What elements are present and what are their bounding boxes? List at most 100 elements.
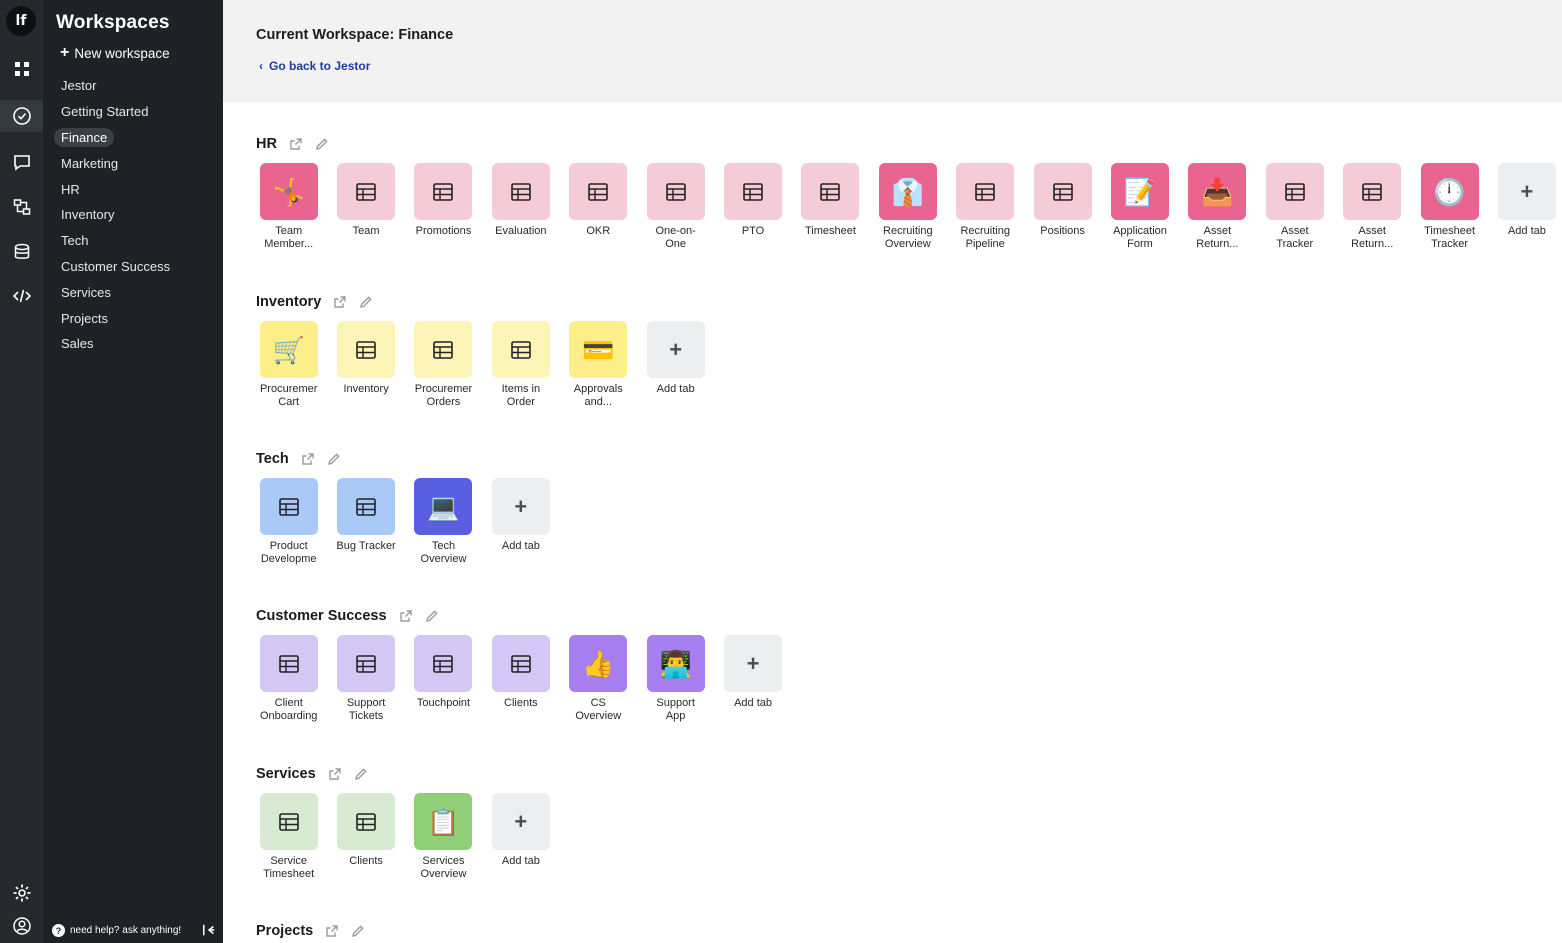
- tab-label: Add tab: [501, 540, 540, 552]
- workspace-item-label: Tech: [61, 233, 89, 249]
- tab-item[interactable]: Procuremer Orders: [405, 321, 482, 409]
- open-external-icon[interactable]: [301, 452, 315, 466]
- edit-pencil-icon[interactable]: [425, 609, 439, 623]
- tab-item[interactable]: Recruiting Pipeline: [947, 163, 1024, 251]
- add-tab-button[interactable]: + Add tab: [482, 793, 559, 881]
- edit-pencil-icon[interactable]: [327, 452, 341, 466]
- tab-label: Timesheet Tracker: [1424, 225, 1476, 250]
- tab-item[interactable]: 👍 CS Overview: [560, 635, 637, 723]
- tab-label: Support App: [656, 697, 695, 722]
- add-tab-button[interactable]: + Add tab: [1488, 163, 1562, 251]
- collapse-sidebar-icon[interactable]: [201, 922, 217, 938]
- tab-item[interactable]: 📥 Asset Return...: [1179, 163, 1256, 251]
- section-title: Inventory: [256, 294, 322, 310]
- database-icon[interactable]: [0, 236, 43, 268]
- emoji-icon: 📥: [1188, 163, 1247, 220]
- edit-pencil-icon[interactable]: [359, 295, 373, 309]
- open-external-icon[interactable]: [328, 767, 342, 781]
- tab-item[interactable]: 📋 Services Overview: [405, 793, 482, 881]
- tab-item[interactable]: Asset Tracker: [1256, 163, 1333, 251]
- tab-item[interactable]: Bug Tracker: [327, 478, 404, 566]
- tab-item[interactable]: 👨‍💻 Support App: [637, 635, 714, 723]
- emoji-icon: 📝: [1110, 163, 1169, 220]
- workspace-item[interactable]: Jestor: [54, 73, 214, 99]
- tab-item[interactable]: Positions: [1024, 163, 1101, 251]
- table-icon: [414, 321, 473, 378]
- workspace-item[interactable]: Projects: [54, 305, 214, 331]
- tab-label: Product Developme: [260, 540, 317, 565]
- user-profile-icon[interactable]: [0, 910, 43, 942]
- table-icon: [646, 163, 705, 220]
- tab-label: Client Onboarding: [259, 697, 318, 722]
- tab-item[interactable]: Clients: [327, 793, 404, 881]
- workspace-item[interactable]: Customer Success: [54, 254, 214, 280]
- tab-item[interactable]: Clients: [482, 635, 559, 723]
- tasks-check-icon[interactable]: [0, 100, 43, 132]
- workspace-item[interactable]: Finance: [54, 125, 214, 151]
- tab-label: Asset Return...: [1351, 225, 1394, 250]
- tab-label: Evaluation: [495, 225, 547, 237]
- tab-item[interactable]: 🕛 Timesheet Tracker: [1411, 163, 1488, 251]
- workspace-item-label: Services: [61, 284, 111, 300]
- edit-pencil-icon[interactable]: [351, 924, 365, 938]
- tab-item[interactable]: PTO: [714, 163, 791, 251]
- settings-gear-icon[interactable]: [0, 877, 43, 909]
- tab-item[interactable]: 🤸 Team Member...: [250, 163, 327, 251]
- open-external-icon[interactable]: [399, 609, 413, 623]
- tab-item[interactable]: 📝 Application Form: [1101, 163, 1178, 251]
- workspace-item[interactable]: Marketing: [54, 150, 214, 176]
- tab-item[interactable]: Service Timesheet: [250, 793, 327, 881]
- chat-icon[interactable]: [0, 146, 43, 178]
- tab-item[interactable]: Inventory: [327, 321, 404, 409]
- workspace-item[interactable]: HR: [54, 176, 214, 202]
- tab-item[interactable]: 💻 Tech Overview: [405, 478, 482, 566]
- section-header: Customer Success: [256, 606, 451, 626]
- back-link[interactable]: ‹ Go back to Jestor: [259, 59, 370, 73]
- tab-label: Service Timesheet: [263, 855, 315, 880]
- help-chat-button[interactable]: ? need help? ask anything!: [52, 924, 181, 937]
- workspace-item-label: Jestor: [61, 78, 97, 94]
- automation-icon[interactable]: [0, 191, 43, 223]
- edit-pencil-icon[interactable]: [315, 137, 329, 151]
- tab-item[interactable]: 🛒 Procuremer Cart: [250, 321, 327, 409]
- workspace-item[interactable]: Sales: [54, 331, 214, 357]
- open-external-icon[interactable]: [333, 295, 347, 309]
- tab-item[interactable]: 👔 Recruiting Overview: [869, 163, 946, 251]
- plus-icon: +: [60, 44, 70, 61]
- add-tab-button[interactable]: + Add tab: [714, 635, 791, 723]
- workspace-item[interactable]: Services: [54, 279, 214, 305]
- tab-item[interactable]: Product Developme: [250, 478, 327, 566]
- tab-item[interactable]: OKR: [560, 163, 637, 251]
- tab-label: Add tab: [656, 383, 695, 395]
- workspace-item[interactable]: Getting Started: [54, 99, 214, 125]
- tab-item[interactable]: One-on-One: [637, 163, 714, 251]
- code-icon[interactable]: [0, 280, 43, 312]
- section-header: HR: [256, 134, 341, 154]
- table-icon: [956, 163, 1015, 220]
- tab-item[interactable]: 💳 Approvals and...: [560, 321, 637, 409]
- open-external-icon[interactable]: [325, 924, 339, 938]
- tab-item[interactable]: Items in Order: [482, 321, 559, 409]
- jestor-logo[interactable]: lf: [6, 6, 36, 36]
- tab-label: Inventory: [343, 383, 389, 395]
- tab-item[interactable]: Support Tickets: [327, 635, 404, 723]
- tab-item[interactable]: Team: [327, 163, 404, 251]
- new-workspace-button[interactable]: + New workspace: [60, 45, 170, 61]
- tab-item[interactable]: Evaluation: [482, 163, 559, 251]
- workspaces-icon[interactable]: [0, 53, 43, 85]
- tab-item[interactable]: Touchpoint: [405, 635, 482, 723]
- open-external-icon[interactable]: [289, 137, 303, 151]
- tab-item[interactable]: Client Onboarding: [250, 635, 327, 723]
- add-tab-button[interactable]: + Add tab: [482, 478, 559, 566]
- edit-pencil-icon[interactable]: [354, 767, 368, 781]
- tab-label: Add tab: [734, 697, 772, 709]
- workspace-item-label: Finance: [54, 127, 115, 147]
- tab-item[interactable]: Promotions: [405, 163, 482, 251]
- tab-item[interactable]: Asset Return...: [1333, 163, 1410, 251]
- workspace-item[interactable]: Inventory: [54, 202, 214, 228]
- plus-icon: +: [646, 321, 705, 378]
- add-tab-button[interactable]: + Add tab: [637, 321, 714, 409]
- workspace-item[interactable]: Tech: [54, 228, 214, 254]
- plus-icon: +: [724, 635, 783, 692]
- tab-item[interactable]: Timesheet: [792, 163, 869, 251]
